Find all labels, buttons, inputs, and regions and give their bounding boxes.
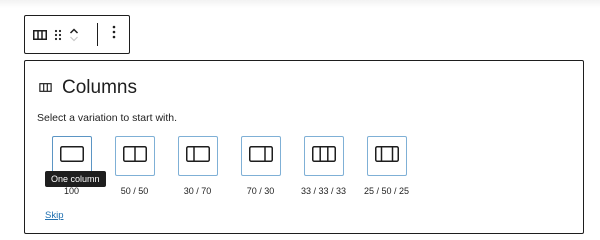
variation-option: 50 / 50	[103, 136, 166, 196]
variation-button-33-33-33[interactable]	[303, 136, 344, 176]
variation-button-50-50[interactable]	[114, 136, 155, 176]
block-toolbar	[24, 15, 130, 54]
top-edge	[0, 0, 600, 8]
skip-link[interactable]: Skip	[45, 210, 63, 221]
variation-option: 30 / 70	[166, 136, 229, 196]
move-down-icon[interactable]	[69, 35, 79, 43]
variation-label: 30 / 70	[183, 186, 212, 196]
variation-option: 70 / 30	[229, 136, 292, 196]
two-columns-70-30-icon	[248, 145, 273, 167]
variation-label: 70 / 30	[246, 186, 275, 196]
more-options-icon	[112, 25, 116, 44]
variation-label: 25 / 50 / 25	[363, 186, 410, 196]
variation-label: 50 / 50	[120, 186, 149, 196]
variation-label: 100	[63, 186, 80, 196]
placeholder-header: Columns	[39, 77, 137, 99]
variation-label: 33 / 33 / 33	[300, 186, 347, 196]
variation-option: 100	[40, 136, 103, 196]
move-up-icon[interactable]	[69, 27, 79, 35]
toolbar-block-group	[25, 16, 97, 53]
one-column-icon	[59, 145, 84, 167]
block-instructions: Select a variation to start with.	[37, 112, 178, 124]
variation-picker: 100 50 / 50 30 / 70 70 / 30 33 / 33 / 33…	[40, 136, 418, 196]
columns-placeholder: Columns Select a variation to start with…	[24, 60, 584, 234]
variation-button-100[interactable]	[51, 136, 92, 176]
tooltip: One column	[45, 171, 106, 187]
three-columns-wide-center-icon	[374, 145, 399, 167]
more-options-button[interactable]	[98, 16, 129, 53]
columns-block-icon	[39, 79, 52, 97]
drag-handle-icon[interactable]	[54, 29, 62, 41]
variation-button-25-50-25[interactable]	[366, 136, 407, 176]
two-columns-equal-icon	[122, 145, 147, 167]
variation-button-70-30[interactable]	[240, 136, 281, 176]
variation-option: 33 / 33 / 33	[292, 136, 355, 196]
variation-option: 25 / 50 / 25	[355, 136, 418, 196]
two-columns-30-70-icon	[185, 145, 210, 167]
block-mover	[69, 27, 79, 43]
variation-button-30-70[interactable]	[177, 136, 218, 176]
three-columns-equal-icon	[311, 145, 336, 167]
columns-block-icon[interactable]	[33, 29, 47, 40]
block-title: Columns	[62, 77, 137, 98]
